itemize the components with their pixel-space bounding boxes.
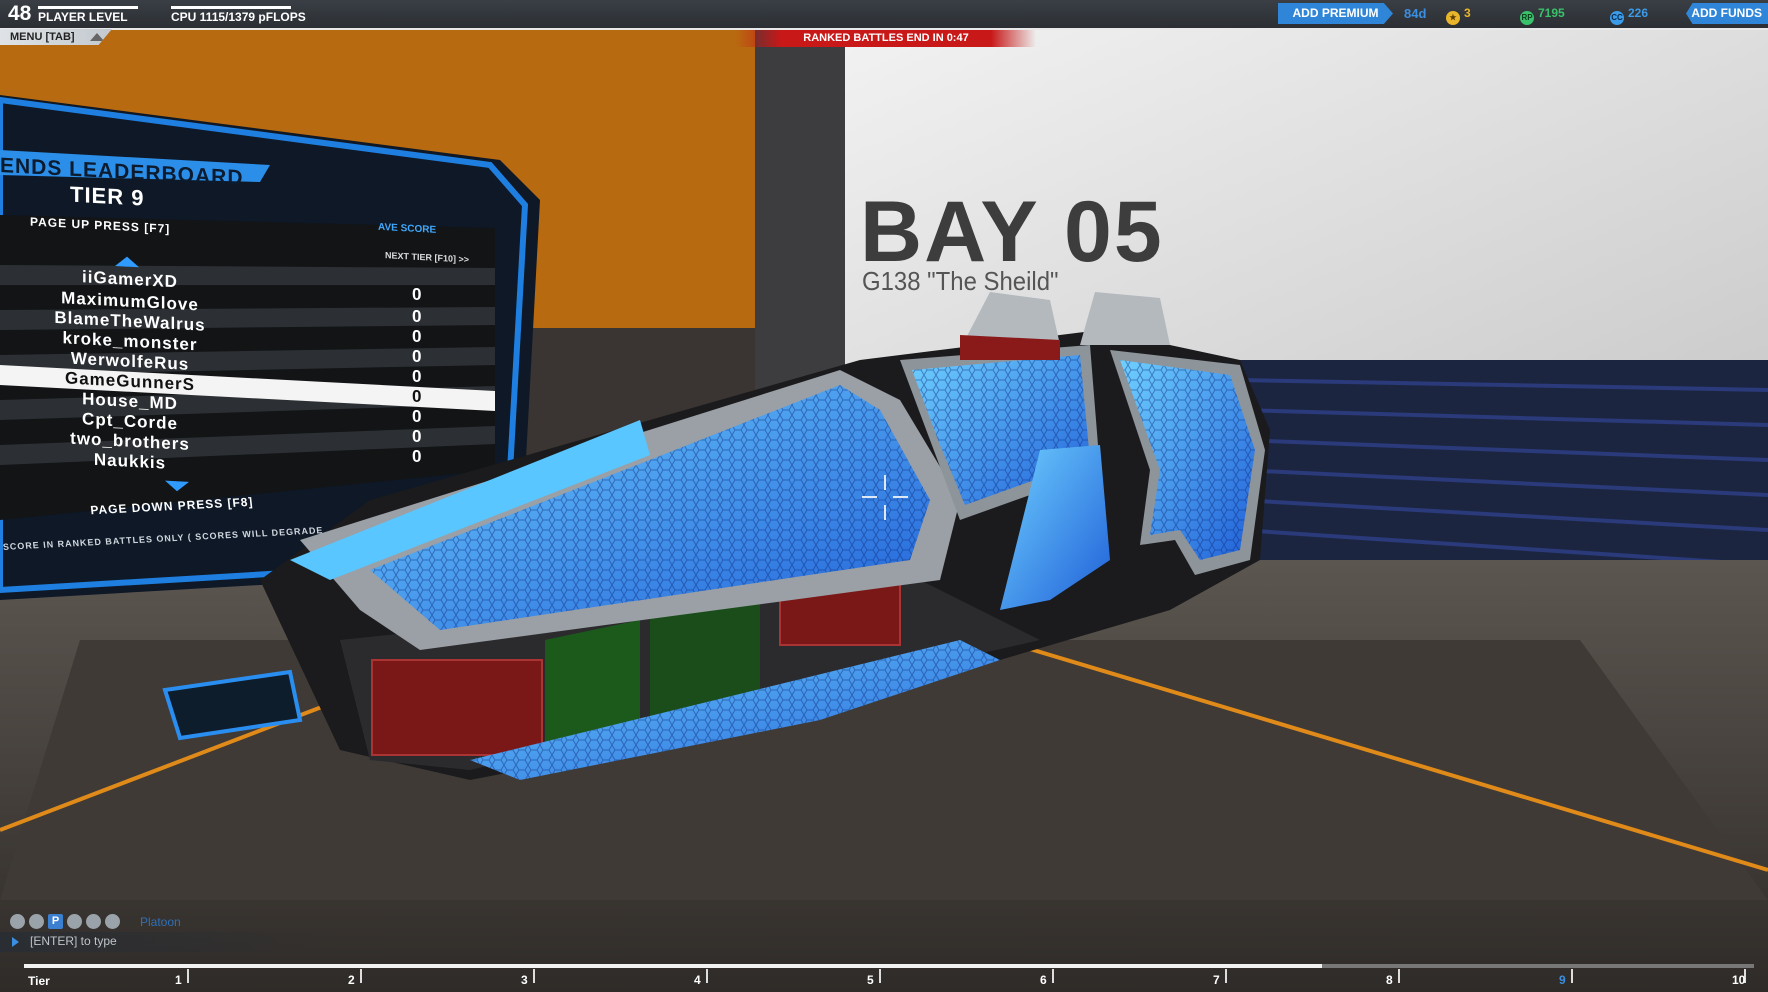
chat-channel-label: Platoon bbox=[140, 915, 181, 929]
page-up-button[interactable]: PAGE UP PRESS [F7] bbox=[30, 215, 170, 236]
cosmetic-credits-value: 226 bbox=[1628, 6, 1649, 20]
cosmetic-credits-currency: CC 226 bbox=[1610, 6, 1648, 25]
level-progress-bar bbox=[38, 6, 138, 9]
tier-label: Tier bbox=[28, 974, 50, 988]
robits-currency: RP 7195 bbox=[1520, 6, 1565, 25]
player-score: 0 bbox=[412, 366, 422, 387]
leaderboard-tier: TIER 9 bbox=[70, 181, 145, 211]
add-funds-button[interactable]: ADD FUNDS bbox=[1686, 3, 1768, 24]
tier-tick-label: 1 bbox=[175, 973, 182, 987]
add-premium-button[interactable]: ADD PREMIUM bbox=[1278, 3, 1393, 24]
globe-icon[interactable] bbox=[10, 914, 25, 930]
cpu-bar bbox=[171, 6, 291, 9]
top-hud: 48 PLAYER LEVEL CPU 1115/1379 pFLOPS ADD… bbox=[0, 0, 1768, 30]
player-score: 0 bbox=[412, 386, 422, 407]
tier-tick-mark bbox=[360, 969, 362, 983]
player-level-value: 48 bbox=[8, 2, 32, 25]
tier-tick-mark bbox=[706, 969, 708, 983]
tier-tick-mark bbox=[1571, 969, 1573, 983]
clan-icon[interactable] bbox=[29, 914, 44, 930]
scroll-up-icon[interactable] bbox=[115, 256, 139, 268]
tier-tick-mark bbox=[533, 969, 535, 983]
leaderboard-panel: ENDS LEADERBOARD TIER 9 AVE SCORE PAGE U… bbox=[0, 150, 520, 597]
tier-tick-mark bbox=[1225, 969, 1227, 983]
tier-tick-label: 8 bbox=[1386, 973, 1393, 987]
stars-currency: ★ 3 bbox=[1446, 6, 1471, 25]
tier-tick-mark bbox=[879, 969, 881, 983]
tier-tick-label: 10 bbox=[1732, 973, 1746, 987]
tier-tick-mark bbox=[187, 969, 189, 983]
player-score: 0 bbox=[412, 446, 422, 467]
robot-name: G138 "The Sheild" bbox=[862, 266, 1059, 296]
cosmetic-credits-icon: CC bbox=[1610, 11, 1624, 25]
stars-value: 3 bbox=[1464, 6, 1471, 20]
tier-tick-label: 2 bbox=[348, 973, 355, 987]
premium-days: 84d bbox=[1404, 6, 1427, 21]
platoon-icon[interactable]: P bbox=[48, 914, 63, 930]
tier-tick-label: 7 bbox=[1213, 973, 1220, 987]
tier-tick-label: 4 bbox=[694, 973, 701, 987]
player-score: 0 bbox=[412, 306, 422, 327]
player-score: 0 bbox=[412, 406, 422, 427]
tier-fill bbox=[24, 964, 1322, 968]
tier-tick-label: 5 bbox=[867, 973, 874, 987]
player-score: 0 bbox=[412, 326, 422, 347]
tier-tick-mark bbox=[1398, 969, 1400, 983]
player-score: 0 bbox=[412, 346, 422, 367]
next-tier-button[interactable]: NEXT TIER [F10] >> bbox=[385, 250, 469, 264]
robits-icon: RP bbox=[1520, 11, 1534, 25]
tier-tick-label: 9 bbox=[1559, 973, 1566, 987]
chat-channel-icons: P bbox=[10, 913, 124, 931]
tier-tick-label: 3 bbox=[521, 973, 528, 987]
tier-tick-mark bbox=[1052, 969, 1054, 983]
page-down-button[interactable]: PAGE DOWN PRESS [F8] bbox=[90, 495, 254, 518]
robits-value: 7195 bbox=[1538, 6, 1565, 20]
whisper-icon[interactable] bbox=[105, 914, 120, 930]
chat-arrow-icon bbox=[12, 937, 19, 947]
player-score: 0 bbox=[412, 426, 422, 447]
menu-button[interactable]: MENU [TAB] bbox=[0, 29, 112, 45]
ranked-battles-banner: RANKED BATTLES END IN 0:47 bbox=[736, 30, 1036, 47]
user-icon[interactable] bbox=[67, 914, 82, 930]
tier-tick-label: 6 bbox=[1040, 973, 1047, 987]
player-level-label: PLAYER LEVEL bbox=[38, 10, 128, 24]
chat-input-placeholder: [ENTER] to type bbox=[30, 934, 117, 948]
ave-score-header: AVE SCORE bbox=[378, 221, 437, 236]
chat-input[interactable]: [ENTER] to type bbox=[0, 932, 330, 952]
chevron-up-icon bbox=[90, 33, 104, 41]
scroll-down-icon[interactable] bbox=[165, 480, 189, 492]
cpu-readout: CPU 1115/1379 pFLOPS bbox=[171, 10, 306, 24]
menu-label: MENU [TAB] bbox=[10, 31, 75, 43]
player-score: 0 bbox=[412, 284, 422, 305]
leaderboard-footer-note: SCORE IN RANKED BATTLES ONLY ( SCORES WI… bbox=[2, 525, 324, 552]
friends-icon[interactable] bbox=[86, 914, 101, 930]
tier-progress-bar: Tier 1 2 3 4 5 6 7 8 9 10 bbox=[0, 958, 1768, 992]
star-icon: ★ bbox=[1446, 11, 1460, 25]
